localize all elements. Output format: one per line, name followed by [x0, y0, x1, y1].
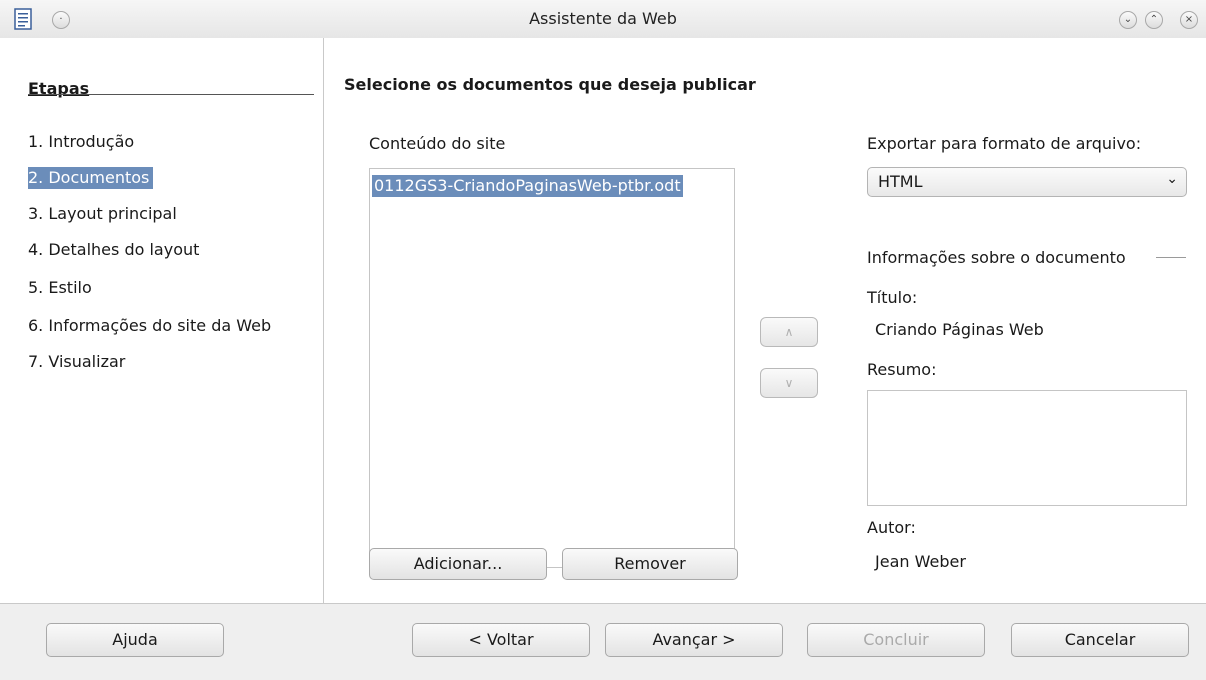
down-arrow-icon: ∨ [784, 376, 794, 390]
title-field[interactable]: Criando Páginas Web [867, 313, 1187, 347]
summary-label: Resumo: [867, 360, 937, 379]
back-button[interactable]: < Voltar [412, 623, 590, 657]
doc-info-divider [1156, 257, 1186, 258]
step-layout-principal[interactable]: 3. Layout principal [28, 203, 181, 225]
button-bar: Ajuda < Voltar Avançar > Concluir Cancel… [0, 603, 1206, 680]
step-introducao[interactable]: 1. Introdução [28, 131, 138, 153]
summary-field[interactable] [867, 390, 1187, 506]
step-informacoes-site[interactable]: 6. Informações do site da Web [28, 315, 275, 337]
step-visualizar[interactable]: 7. Visualizar [28, 351, 129, 373]
author-value: Jean Weber [875, 552, 966, 571]
export-format-value: HTML [878, 172, 923, 191]
chevron-down-icon: ⌄ [1166, 171, 1178, 187]
next-button[interactable]: Avançar > [605, 623, 783, 657]
title-bar: · Assistente da Web ⌄ ⌃ × [0, 0, 1206, 39]
steps-pane: Etapas 1. Introdução 2. Documentos 3. La… [0, 38, 324, 603]
finish-button-label: Concluir [863, 630, 929, 649]
move-up-button[interactable]: ∧ [760, 317, 818, 347]
window-title: Assistente da Web [529, 9, 677, 28]
add-button[interactable]: Adicionar... [369, 548, 547, 580]
step-documentos[interactable]: 2. Documentos [28, 167, 154, 189]
move-down-button[interactable]: ∨ [760, 368, 818, 398]
cancel-button-label: Cancelar [1064, 630, 1136, 649]
steps-title: Etapas [28, 79, 90, 98]
export-format-select[interactable]: HTML ⌄ [867, 167, 1187, 197]
main-pane: Selecione os documentos que deseja publi… [324, 38, 1206, 603]
list-item[interactable]: 0112GS3-CriandoPaginasWeb-ptbr.odt [372, 175, 683, 197]
cancel-button[interactable]: Cancelar [1011, 623, 1189, 657]
remove-button[interactable]: Remover [562, 548, 738, 580]
step-detalhes-layout[interactable]: 4. Detalhes do layout [28, 239, 203, 261]
help-button-label: Ajuda [112, 630, 158, 649]
content-label: Conteúdo do site [369, 134, 506, 153]
author-field[interactable]: Jean Weber [867, 545, 1187, 579]
up-arrow-icon: ∧ [784, 325, 794, 339]
maximize-button[interactable]: ⌃ [1145, 11, 1163, 29]
steps-divider [28, 94, 314, 95]
export-label: Exportar para formato de arquivo: [867, 134, 1142, 153]
close-button[interactable]: × [1180, 11, 1198, 29]
page-heading: Selecione os documentos que deseja publi… [344, 75, 756, 94]
title-label: Título: [867, 288, 918, 307]
remove-button-label: Remover [614, 554, 686, 573]
add-button-label: Adicionar... [413, 554, 503, 573]
back-button-label: < Voltar [468, 630, 534, 649]
title-value: Criando Páginas Web [875, 320, 1044, 339]
minimize-button[interactable]: ⌄ [1119, 11, 1137, 29]
step-estilo[interactable]: 5. Estilo [28, 277, 96, 299]
finish-button[interactable]: Concluir [807, 623, 985, 657]
next-button-label: Avançar > [652, 630, 736, 649]
author-label: Autor: [867, 518, 916, 537]
doc-info-label: Informações sobre o documento [867, 248, 1126, 267]
content-list[interactable]: 0112GS3-CriandoPaginasWeb-ptbr.odt [369, 168, 735, 568]
help-button[interactable]: Ajuda [46, 623, 224, 657]
